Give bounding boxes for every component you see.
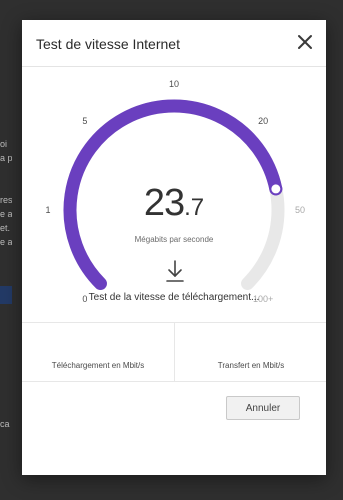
background-text-fragment: et. <box>0 223 11 233</box>
background-button-fragment <box>0 286 12 304</box>
speed-gauge: 0 1 5 10 20 50 100+ 23.7 Mégabits par se… <box>22 67 326 322</box>
download-result-label: Téléchargement en Mbit/s <box>51 361 145 370</box>
background-text-fragment: oi <box>0 139 8 149</box>
background-text-fragment: res <box>0 195 12 205</box>
speed-value-decimal: .7 <box>184 194 205 221</box>
download-result: Téléchargement en Mbit/s <box>22 323 174 381</box>
dialog-title: Test de vitesse Internet <box>36 36 180 52</box>
speed-value-integer: 23 <box>143 182 185 224</box>
test-status-text: Test de la vitesse de téléchargement... <box>88 292 260 303</box>
speed-unit: Mégabits par seconde <box>134 235 214 244</box>
dialog-header: Test de vitesse Internet <box>22 20 326 67</box>
download-arrow-icon <box>166 260 184 282</box>
upload-result: Transfert en Mbit/s <box>174 323 327 381</box>
background-text-fragment: e a <box>0 237 12 247</box>
speed-test-dialog: Test de vitesse Internet 0 1 5 10 20 50 … <box>22 20 326 475</box>
close-icon[interactable] <box>296 33 314 51</box>
speed-readout: 23.7 <box>22 183 326 231</box>
background-text-fragment: ca <box>0 419 10 429</box>
tick-label-10: 10 <box>168 79 180 89</box>
background-text-fragment: a p <box>0 153 12 163</box>
results-panel: Téléchargement en Mbit/s Transfert en Mb… <box>22 322 326 382</box>
tick-label-5: 5 <box>82 115 88 126</box>
background-text-fragment: e a <box>0 209 12 219</box>
tick-label-20: 20 <box>258 115 269 126</box>
cancel-button[interactable]: Annuler <box>226 396 300 420</box>
upload-result-label: Transfert en Mbit/s <box>217 361 285 370</box>
